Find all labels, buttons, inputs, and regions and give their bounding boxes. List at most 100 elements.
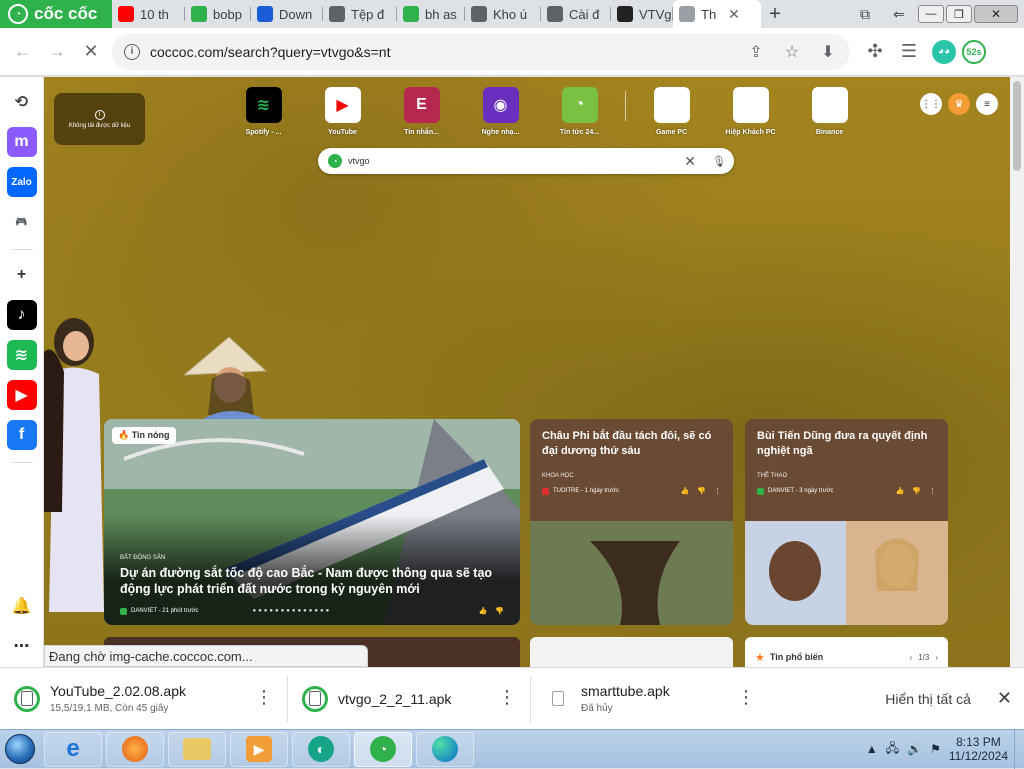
dislike-icon[interactable]: 👎	[697, 487, 706, 495]
dislike-icon[interactable]: 👎	[495, 607, 504, 615]
download-item[interactable]: smarttube.apk Đã hủy ⋮	[531, 668, 769, 730]
stop-loading-button[interactable]: ✕	[74, 35, 108, 69]
shortcut-tile[interactable]: E Tin nhắn...	[382, 87, 461, 136]
browser-tab[interactable]: 10 th	[112, 0, 185, 28]
taskbar-file-explorer[interactable]	[168, 731, 226, 767]
history-icon[interactable]: ⟲	[6, 87, 37, 117]
start-button[interactable]	[0, 730, 40, 769]
browser-tab[interactable]: Tệp đ	[323, 0, 397, 28]
download-menu-icon[interactable]: ⋮	[498, 688, 516, 706]
download-menu-icon[interactable]: ⋮	[737, 688, 755, 706]
sidebar-toggle-icon[interactable]: ⇐	[882, 0, 916, 28]
show-desktop-button[interactable]	[1014, 729, 1024, 769]
dislike-icon[interactable]: 👎	[912, 487, 921, 495]
messenger-icon[interactable]: m	[6, 127, 37, 157]
card-source[interactable]: DANVIET - 3 ngày trước	[768, 488, 834, 494]
show-all-downloads-link[interactable]: Hiển thị tất cả	[885, 691, 971, 707]
flag-icon[interactable]: ⚑	[930, 742, 941, 756]
site-info-icon[interactable]: i	[124, 43, 140, 60]
shortcut-tile[interactable]: ▶ YouTube	[303, 87, 382, 136]
close-download-bar-icon[interactable]: ✕	[997, 688, 1012, 709]
browser-tab[interactable]: Cài đ	[541, 0, 611, 28]
news-card-main[interactable]: 🔥 Tin nóng BẤT ĐỘNG SẢN Dự án đường sắt …	[104, 419, 520, 625]
like-icon[interactable]: 👍	[479, 607, 488, 615]
taskbar-firefox[interactable]	[106, 731, 164, 767]
forward-button[interactable]: →	[40, 35, 74, 69]
more-options-icon[interactable]: ⋯	[7, 631, 37, 661]
search-input[interactable]: vtvgo	[348, 156, 678, 166]
downloads-icon[interactable]: ⬇	[810, 37, 846, 67]
browser-tab[interactable]: VTVg	[611, 0, 673, 28]
new-tab-button[interactable]: +	[761, 0, 789, 28]
page-scrollbar[interactable]	[1010, 77, 1024, 667]
tiktok-icon[interactable]: ♪	[6, 300, 37, 330]
profile-timer-badge[interactable]: 52s	[962, 39, 986, 64]
extensions-icon[interactable]: ✣	[858, 35, 892, 69]
show-hidden-icons[interactable]: ▲	[866, 742, 878, 756]
clear-search-icon[interactable]: ✕	[684, 153, 696, 170]
address-bar[interactable]: i coccoc.com/search?query=vtvgo&s=nt ⇪ ☆…	[112, 33, 850, 70]
more-icon[interactable]: ⋮	[929, 487, 936, 495]
shortcut-tile[interactable]: ≋ Spotify - ...	[224, 87, 303, 136]
card-title[interactable]: Bùi Tiến Dũng đưa ra quyết định nghiệt n…	[757, 429, 936, 459]
download-menu-icon[interactable]: ⋮	[255, 688, 273, 706]
clock[interactable]: 8:13 PM 11/12/2024	[949, 735, 1008, 763]
more-icon[interactable]: ⋮	[714, 487, 721, 495]
news-card-tien-dung[interactable]: Bùi Tiến Dũng đưa ra quyết định nghiệt n…	[745, 419, 948, 625]
share-icon[interactable]: ⇪	[738, 37, 774, 67]
youtube-icon[interactable]: ▶	[6, 380, 37, 410]
download-item[interactable]: vtvgo_2_2_11.apk ⋮	[288, 668, 530, 730]
taskbar-edge[interactable]	[416, 731, 474, 767]
game-icon[interactable]: 🎮	[6, 207, 37, 237]
volume-icon[interactable]: 🔊	[907, 742, 922, 756]
shortcut-tile[interactable]: Game PC	[632, 87, 711, 136]
bookmark-star-icon[interactable]: ☆	[774, 37, 810, 67]
maximize-button[interactable]: ❐	[946, 5, 972, 23]
browser-tab[interactable]: bh as	[397, 0, 465, 28]
notifications-bell-icon[interactable]: 🔔	[7, 591, 37, 621]
taskbar-internet-explorer[interactable]: e	[44, 731, 102, 767]
like-icon[interactable]: 👍	[681, 487, 690, 495]
back-button[interactable]: ←	[6, 35, 40, 69]
shortcut-tile[interactable]: ◔ Tin tức 24...	[540, 87, 619, 136]
like-icon[interactable]: 👍	[896, 487, 905, 495]
spotify-icon[interactable]: ≋	[6, 340, 37, 370]
browser-tab[interactable]: Th ✕	[673, 0, 761, 28]
weather-widget[interactable]: i Không tải được dữ liệu	[54, 93, 145, 145]
shortcut-tile[interactable]: ◉ Nghe nhạ...	[461, 87, 540, 136]
minimize-button[interactable]: —	[918, 5, 944, 23]
customize-settings-icon[interactable]: ≡	[976, 93, 998, 115]
carousel-dots[interactable]: ●●●●●●●●●●●●●●	[253, 608, 332, 614]
card-source[interactable]: TUOITRE - 1 ngày trước	[553, 488, 619, 494]
shortcut-tile[interactable]: Binance	[790, 87, 869, 136]
tab-search-icon[interactable]: ⧉	[848, 0, 882, 28]
news-card-africa[interactable]: Châu Phi bắt đầu tách đôi, sẽ có đại dươ…	[530, 419, 733, 625]
facebook-icon[interactable]: f	[6, 420, 37, 450]
news-card-row2-2[interactable]	[530, 637, 733, 667]
profile-avatar[interactable]: ◕◕	[932, 39, 956, 64]
apps-grid-icon[interactable]: ⋮⋮	[920, 93, 942, 115]
scrollbar-thumb[interactable]	[1013, 81, 1021, 171]
page-search-box[interactable]: ◔ vtvgo ✕ 🎙	[318, 148, 734, 174]
add-icon[interactable]: +	[6, 260, 37, 290]
close-window-button[interactable]: ✕	[974, 5, 1018, 23]
address-bar-url[interactable]: coccoc.com/search?query=vtvgo&s=nt	[150, 44, 738, 60]
coccoc-brand[interactable]: ◔ cốc cốc	[0, 0, 112, 28]
close-tab-icon[interactable]: ✕	[728, 6, 740, 23]
zalo-icon[interactable]: Zalo	[6, 167, 37, 197]
prev-page-icon[interactable]: ‹	[910, 653, 913, 662]
browser-tab[interactable]: Kho ú	[465, 0, 541, 28]
microphone-icon[interactable]: 🎙	[712, 155, 726, 168]
taskbar-app-teal[interactable]: ◐	[292, 731, 350, 767]
browser-tab[interactable]: Down	[251, 0, 323, 28]
taskbar-media-player[interactable]: ▶	[230, 731, 288, 767]
network-icon[interactable]: 🖧	[886, 739, 899, 760]
shortcut-tile[interactable]: Hiệp Khách PC	[711, 87, 790, 136]
download-item[interactable]: YouTube_2.02.08.apk 15,5/19,1 MB, Còn 45…	[0, 668, 287, 730]
browser-tab[interactable]: bobp	[185, 0, 251, 28]
next-page-icon[interactable]: ›	[935, 653, 938, 662]
card-title[interactable]: Châu Phi bắt đầu tách đôi, sẽ có đại dươ…	[542, 429, 721, 459]
reading-list-icon[interactable]: ☰	[892, 35, 926, 69]
crown-icon[interactable]: ♛	[948, 93, 970, 115]
card-source[interactable]: DANVIET - 21 phút trước	[131, 608, 199, 614]
